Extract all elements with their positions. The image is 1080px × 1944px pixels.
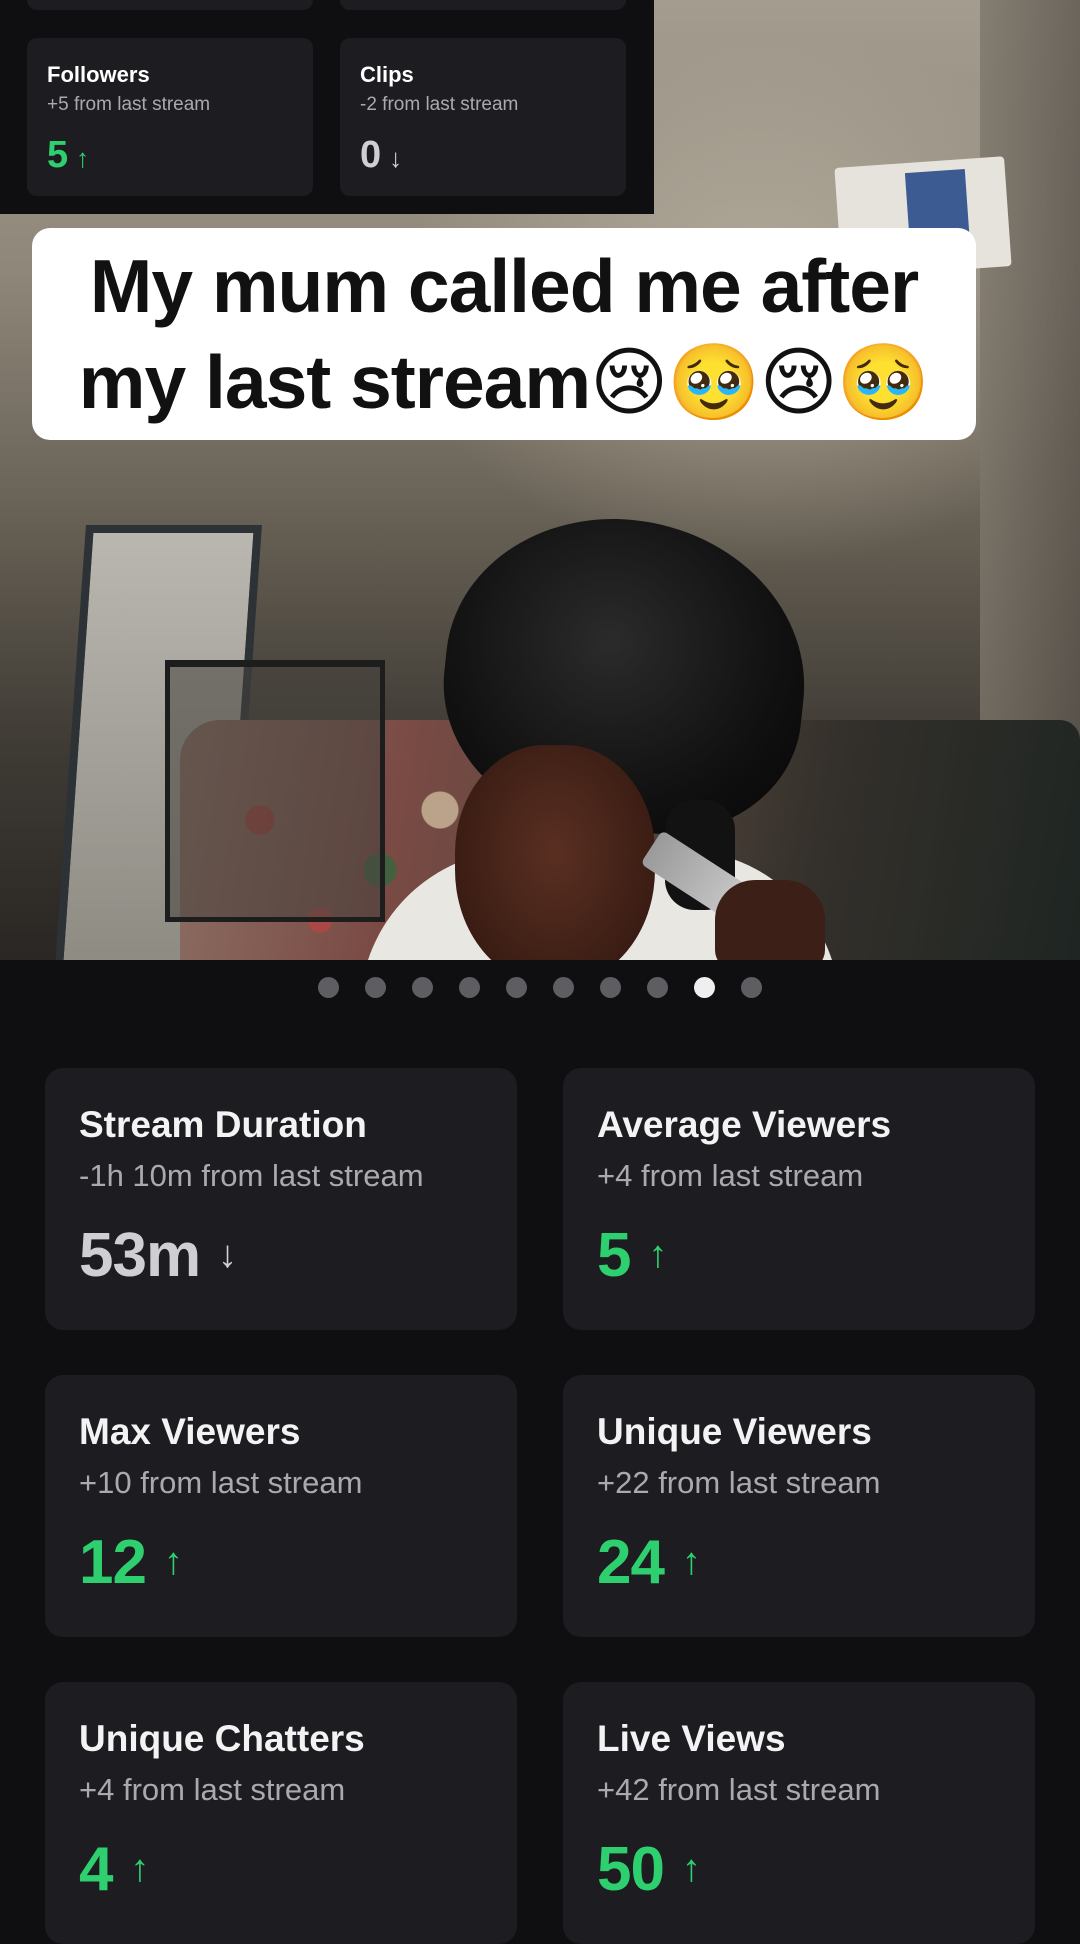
arrow-up-icon: ↑ <box>76 143 90 173</box>
clips-subtitle: -2 from last stream <box>360 94 519 115</box>
max-viewers-title: Max Viewers <box>79 1411 301 1452</box>
unique-viewers-card: Unique Viewers +22 from last stream 24 ↑ <box>563 1375 1035 1637</box>
average-viewers-title: Average Viewers <box>597 1104 892 1145</box>
arrow-down-icon: ↓ <box>218 1234 237 1276</box>
partial-stat-card <box>27 0 313 10</box>
followers-title: Followers <box>47 62 150 87</box>
stream-duration-title: Stream Duration <box>79 1104 367 1145</box>
stream-duration-subtitle: -1h 10m from last stream <box>79 1158 424 1193</box>
arrow-up-icon: ↑ <box>130 1848 149 1890</box>
pagination-dot[interactable] <box>647 977 668 998</box>
unique-chatters-subtitle: +4 from last stream <box>79 1772 346 1807</box>
max-viewers-card: Max Viewers +10 from last stream 12 ↑ <box>45 1375 517 1637</box>
partial-stat-card <box>340 0 626 10</box>
live-views-value-row: 50 ↑ <box>597 1834 701 1905</box>
max-viewers-value-row: 12 ↑ <box>79 1527 183 1598</box>
shelf <box>165 660 385 922</box>
average-viewers-subtitle: +4 from last stream <box>597 1158 864 1193</box>
clips-value-row: 0 ↓ <box>360 134 402 177</box>
average-viewers-value-row: 5 ↑ <box>597 1220 667 1291</box>
live-views-subtitle: +42 from last stream <box>597 1772 881 1807</box>
person-face <box>455 745 655 960</box>
clips-card: Clips -2 from last stream 0 ↓ <box>340 38 626 196</box>
average-viewers-value: 5 <box>597 1221 631 1290</box>
pagination-dot[interactable] <box>506 977 527 998</box>
arrow-up-icon: ↑ <box>648 1234 667 1276</box>
stream-duration-value: 53m <box>79 1221 201 1290</box>
arrow-down-icon: ↓ <box>389 143 403 173</box>
wall <box>980 0 1080 820</box>
arrow-up-icon: ↑ <box>681 1848 701 1890</box>
followers-value-row: 5 ↑ <box>47 134 89 177</box>
max-viewers-subtitle: +10 from last stream <box>79 1465 363 1500</box>
average-viewers-card: Average Viewers +4 from last stream 5 ↑ <box>563 1068 1035 1330</box>
pagination-dot[interactable] <box>741 977 762 998</box>
arrow-up-icon: ↑ <box>163 1541 183 1583</box>
max-viewers-value: 12 <box>79 1528 147 1597</box>
unique-viewers-value-row: 24 ↑ <box>597 1527 701 1598</box>
pagination-dot[interactable] <box>412 977 433 998</box>
unique-chatters-value: 4 <box>79 1835 113 1904</box>
pagination-dot-active[interactable] <box>694 977 715 998</box>
followers-subtitle: +5 from last stream <box>47 94 211 115</box>
pagination-dot[interactable] <box>318 977 339 998</box>
followers-card: Followers +5 from last stream 5 ↑ <box>27 38 313 196</box>
unique-chatters-card: Unique Chatters +4 from last stream 4 ↑ <box>45 1682 517 1944</box>
top-stats-panel: Followers +5 from last stream 5 ↑ Clips -… <box>0 0 654 214</box>
pagination-dot[interactable] <box>600 977 621 998</box>
live-views-title: Live Views <box>597 1718 786 1759</box>
clips-title: Clips <box>360 62 414 87</box>
stream-duration-value-row: 53m ↓ <box>79 1220 237 1291</box>
unique-viewers-subtitle: +22 from last stream <box>597 1465 881 1500</box>
hand <box>715 880 825 960</box>
caption-line-1: My mum called me after <box>89 244 919 328</box>
unique-viewers-title: Unique Viewers <box>597 1411 872 1452</box>
unique-viewers-value: 24 <box>597 1528 665 1597</box>
pagination-dot[interactable] <box>459 977 480 998</box>
caption-line-2: my last stream😢🥹😢🥹 <box>78 340 930 424</box>
arrow-up-icon: ↑ <box>681 1541 701 1583</box>
live-views-value: 50 <box>597 1835 665 1904</box>
video-caption: My mum called me after my last stream😢🥹😢… <box>32 228 976 440</box>
unique-chatters-title: Unique Chatters <box>79 1718 365 1759</box>
clips-value: 0 <box>360 134 382 176</box>
unique-chatters-value-row: 4 ↑ <box>79 1834 149 1905</box>
stream-duration-card: Stream Duration -1h 10m from last stream… <box>45 1068 517 1330</box>
followers-value: 5 <box>47 134 69 176</box>
pagination-dot[interactable] <box>553 977 574 998</box>
pagination-dot[interactable] <box>365 977 386 998</box>
live-views-card: Live Views +42 from last stream 50 ↑ <box>563 1682 1035 1944</box>
carousel-pagination <box>0 977 1080 999</box>
